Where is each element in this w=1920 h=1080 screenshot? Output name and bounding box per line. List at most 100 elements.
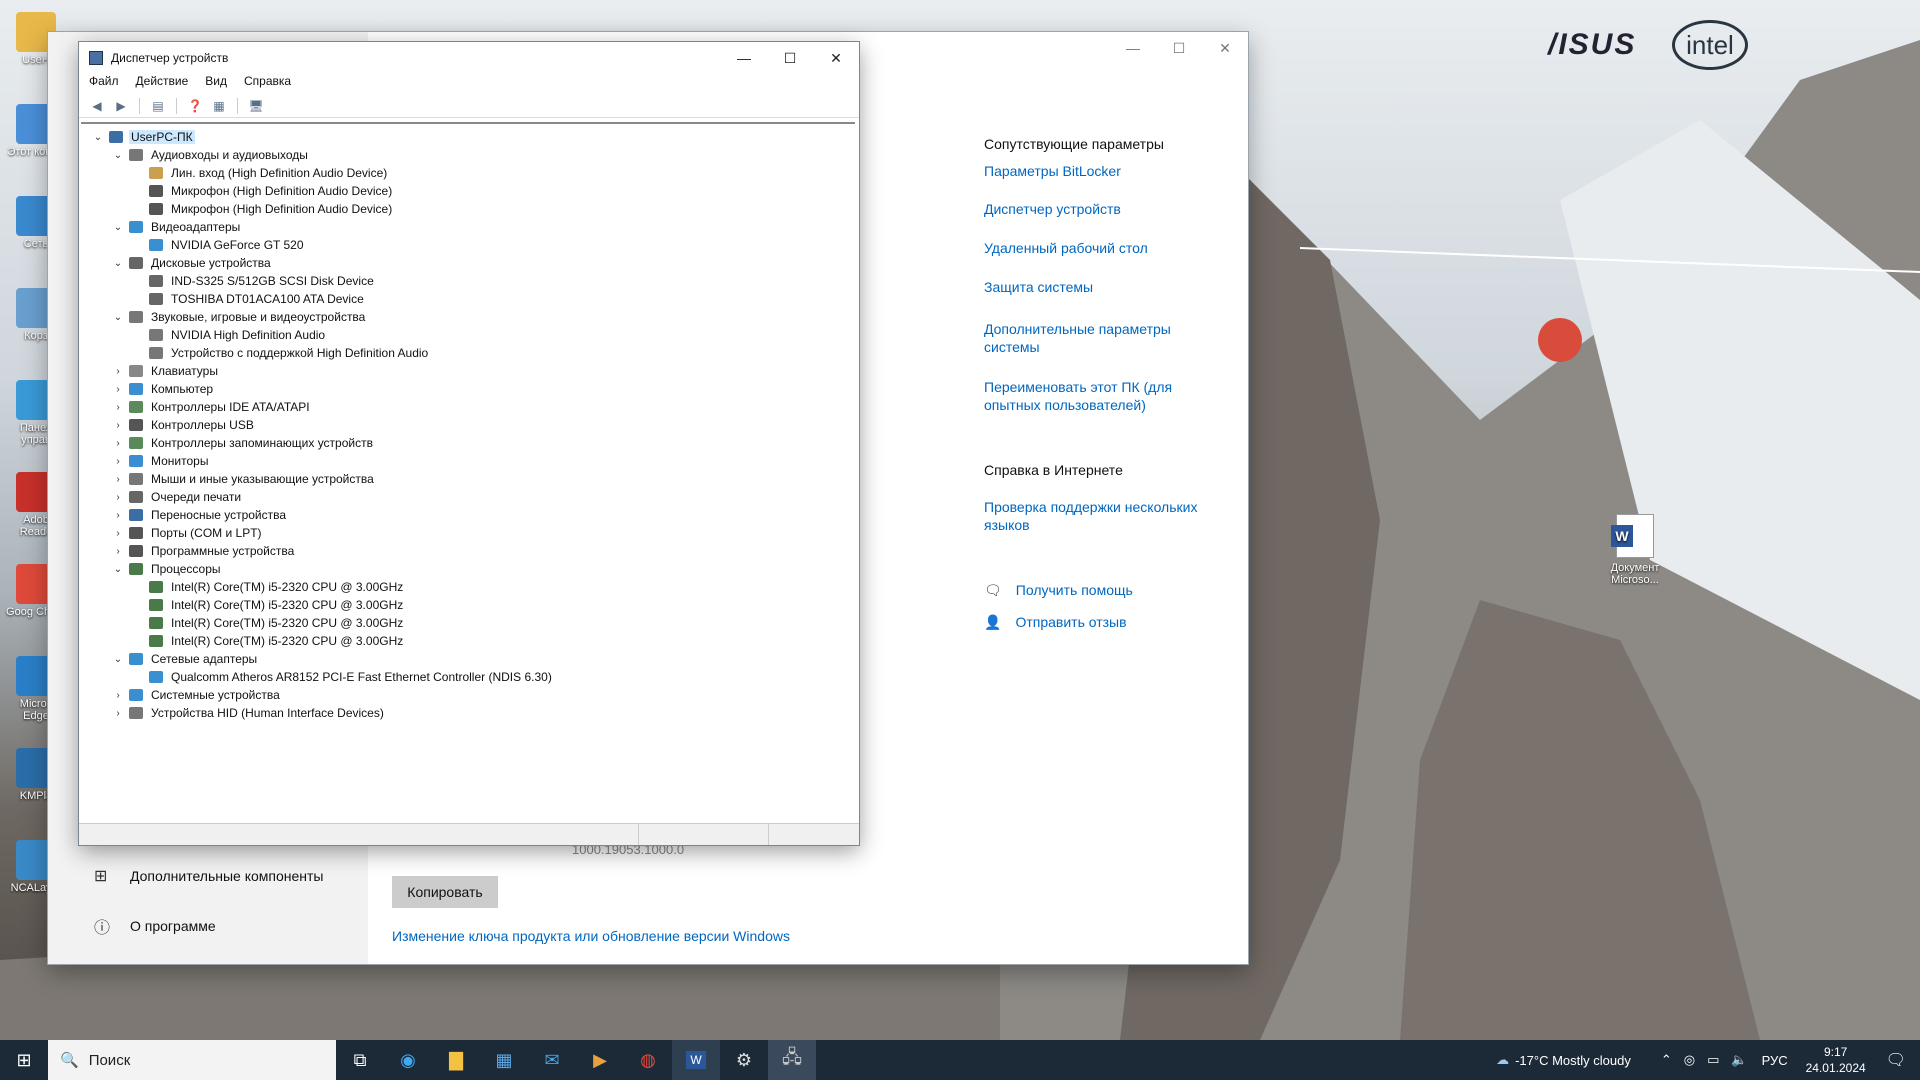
help-icon[interactable]: ❓ bbox=[185, 97, 205, 115]
store-icon[interactable]: ▦ bbox=[480, 1040, 528, 1080]
tree-category[interactable]: ⌄ Видеоадаптеры bbox=[111, 218, 242, 236]
close-button[interactable]: ✕ bbox=[813, 42, 859, 74]
link-language-support[interactable]: Проверка поддержки нескольких языков bbox=[984, 498, 1214, 534]
start-button[interactable]: ⊞ bbox=[0, 1040, 48, 1080]
menu-help[interactable]: Справка bbox=[244, 74, 300, 94]
tree-device[interactable]: NVIDIA GeForce GT 520 bbox=[131, 236, 306, 254]
tree-category[interactable]: ⌄ Звуковые, игровые и видеоустройства bbox=[111, 308, 367, 326]
chevron-down-icon[interactable]: ⌄ bbox=[111, 654, 125, 665]
related-link[interactable]: Параметры BitLocker bbox=[984, 162, 1184, 180]
tree-category[interactable]: › Порты (COM и LPT) bbox=[111, 524, 264, 542]
close-button[interactable]: ✕ bbox=[1202, 32, 1248, 64]
view-icon[interactable]: ▦ bbox=[209, 97, 229, 115]
tree-category[interactable]: › Контроллеры запоминающих устройств bbox=[111, 434, 375, 452]
related-link[interactable]: Дополнительные параметры системы bbox=[984, 320, 1184, 356]
tree-category[interactable]: › Контроллеры USB bbox=[111, 416, 256, 434]
menu-action[interactable]: Действие bbox=[136, 74, 198, 94]
tree-device[interactable]: IND-S325 S/512GB SCSI Disk Device bbox=[131, 272, 376, 290]
maximize-button[interactable]: ☐ bbox=[1156, 32, 1202, 64]
tree-category[interactable]: › Системные устройства bbox=[111, 686, 282, 704]
language-indicator[interactable]: РУС bbox=[1762, 1053, 1788, 1068]
clock[interactable]: 9:17 24.01.2024 bbox=[1806, 1044, 1866, 1076]
tree-category[interactable]: › Контроллеры IDE ATA/ATAPI bbox=[111, 398, 312, 416]
tree-category[interactable]: › Компьютер bbox=[111, 380, 215, 398]
chevron-right-icon[interactable]: › bbox=[111, 456, 125, 467]
network-icon[interactable]: ▭ bbox=[1707, 1052, 1719, 1068]
edge-icon[interactable]: ◉ bbox=[384, 1040, 432, 1080]
tree-category[interactable]: › Программные устройства bbox=[111, 542, 296, 560]
notification-icon[interactable]: 🗨 bbox=[1886, 1050, 1906, 1070]
tree-device[interactable]: Intel(R) Core(TM) i5-2320 CPU @ 3.00GHz bbox=[131, 578, 405, 596]
tree-device[interactable]: Микрофон (High Definition Audio Device) bbox=[131, 182, 394, 200]
media-player-icon[interactable]: ▶ bbox=[576, 1040, 624, 1080]
chevron-right-icon[interactable]: › bbox=[111, 690, 125, 701]
chevron-right-icon[interactable]: › bbox=[111, 510, 125, 521]
tree-device[interactable]: TOSHIBA DT01ACA100 ATA Device bbox=[131, 290, 366, 308]
task-view-icon[interactable]: ⧉ bbox=[336, 1040, 384, 1080]
chrome-icon[interactable]: ◍ bbox=[624, 1040, 672, 1080]
tree-device[interactable]: Микрофон (High Definition Audio Device) bbox=[131, 200, 394, 218]
tree-root[interactable]: ⌄ UserPC-ПК bbox=[91, 128, 195, 146]
related-link[interactable]: Удаленный рабочий стол bbox=[984, 239, 1184, 257]
tree-category[interactable]: › Устройства HID (Human Interface Devices… bbox=[111, 704, 386, 722]
chevron-down-icon[interactable]: ⌄ bbox=[111, 564, 125, 575]
volume-icon[interactable]: 🔈 bbox=[1731, 1052, 1747, 1068]
chevron-right-icon[interactable]: › bbox=[111, 402, 125, 413]
weather-widget[interactable]: ☁ -17°C Mostly cloudy bbox=[1496, 1052, 1631, 1068]
chevron-right-icon[interactable]: › bbox=[111, 528, 125, 539]
scan-hardware-icon[interactable]: 🖥 bbox=[246, 97, 266, 115]
chevron-right-icon[interactable]: › bbox=[111, 546, 125, 557]
chevron-right-icon[interactable]: › bbox=[111, 438, 125, 449]
desktop-word-document[interactable]: W Документ Microso... bbox=[1602, 514, 1668, 586]
tree-category[interactable]: › Очереди печати bbox=[111, 488, 243, 506]
get-help-link[interactable]: 🗨 Получить помощь bbox=[984, 582, 1133, 599]
device-manager-taskbar-icon[interactable]: 🖧 bbox=[768, 1040, 816, 1080]
back-arrow-icon[interactable]: ◀ bbox=[87, 97, 107, 115]
minimize-button[interactable]: — bbox=[1110, 32, 1156, 64]
tree-device[interactable]: Intel(R) Core(TM) i5-2320 CPU @ 3.00GHz bbox=[131, 596, 405, 614]
chevron-right-icon[interactable]: › bbox=[111, 420, 125, 431]
chevron-right-icon[interactable]: › bbox=[111, 492, 125, 503]
chevron-down-icon[interactable]: ⌄ bbox=[91, 132, 105, 143]
sidebar-item-optional-components[interactable]: ⊞ Дополнительные компоненты bbox=[94, 866, 324, 886]
tree-device[interactable]: Устройство с поддержкой High Definition … bbox=[131, 344, 430, 362]
chevron-right-icon[interactable]: › bbox=[111, 708, 125, 719]
tree-category[interactable]: › Мыши и иные указывающие устройства bbox=[111, 470, 376, 488]
tree-device[interactable]: Лин. вход (High Definition Audio Device) bbox=[131, 164, 389, 182]
mail-icon[interactable]: ✉ bbox=[528, 1040, 576, 1080]
menu-view[interactable]: Вид bbox=[205, 74, 236, 94]
chevron-down-icon[interactable]: ⌄ bbox=[111, 258, 125, 269]
word-icon[interactable]: W bbox=[672, 1040, 720, 1080]
chevron-up-icon[interactable]: ⌃ bbox=[1661, 1052, 1672, 1068]
minimize-button[interactable]: — bbox=[721, 42, 767, 74]
file-explorer-icon[interactable]: ▇ bbox=[432, 1040, 480, 1080]
related-link[interactable]: Диспетчер устройств bbox=[984, 200, 1184, 218]
forward-arrow-icon[interactable]: ▶ bbox=[111, 97, 131, 115]
tree-device[interactable]: Intel(R) Core(TM) i5-2320 CPU @ 3.00GHz bbox=[131, 614, 405, 632]
tree-category[interactable]: ⌄ Сетевые адаптеры bbox=[111, 650, 259, 668]
feedback-link[interactable]: 👤 Отправить отзыв bbox=[984, 614, 1127, 631]
menu-file[interactable]: Файл bbox=[89, 74, 128, 94]
tree-device[interactable]: Qualcomm Atheros AR8152 PCI-E Fast Ether… bbox=[131, 668, 554, 686]
tree-category[interactable]: › Мониторы bbox=[111, 452, 210, 470]
chevron-right-icon[interactable]: › bbox=[111, 384, 125, 395]
properties-icon[interactable]: ▤ bbox=[148, 97, 168, 115]
tree-category[interactable]: ⌄ Дисковые устройства bbox=[111, 254, 273, 272]
chevron-down-icon[interactable]: ⌄ bbox=[111, 312, 125, 323]
copy-button[interactable]: Копировать bbox=[392, 876, 498, 908]
chevron-right-icon[interactable]: › bbox=[111, 366, 125, 377]
tree-category[interactable]: ⌄ Аудиовходы и аудиовыходы bbox=[111, 146, 310, 164]
tree-category[interactable]: ⌄ Процессоры bbox=[111, 560, 223, 578]
related-link[interactable]: Защита системы bbox=[984, 278, 1184, 296]
meet-icon[interactable]: ◎ bbox=[1684, 1052, 1695, 1068]
chevron-right-icon[interactable]: › bbox=[111, 474, 125, 485]
chevron-down-icon[interactable]: ⌄ bbox=[111, 150, 125, 161]
related-link[interactable]: Переименовать этот ПК (для опытных польз… bbox=[984, 378, 1184, 414]
tree-category[interactable]: › Переносные устройства bbox=[111, 506, 288, 524]
settings-gear-icon[interactable]: ⚙ bbox=[720, 1040, 768, 1080]
taskbar-search[interactable]: 🔍 Поиск bbox=[48, 1040, 336, 1080]
tree-category[interactable]: › Клавиатуры bbox=[111, 362, 220, 380]
tree-device[interactable]: Intel(R) Core(TM) i5-2320 CPU @ 3.00GHz bbox=[131, 632, 405, 650]
sidebar-item-about[interactable]: ⓘ О программе bbox=[94, 914, 216, 938]
chevron-down-icon[interactable]: ⌄ bbox=[111, 222, 125, 233]
